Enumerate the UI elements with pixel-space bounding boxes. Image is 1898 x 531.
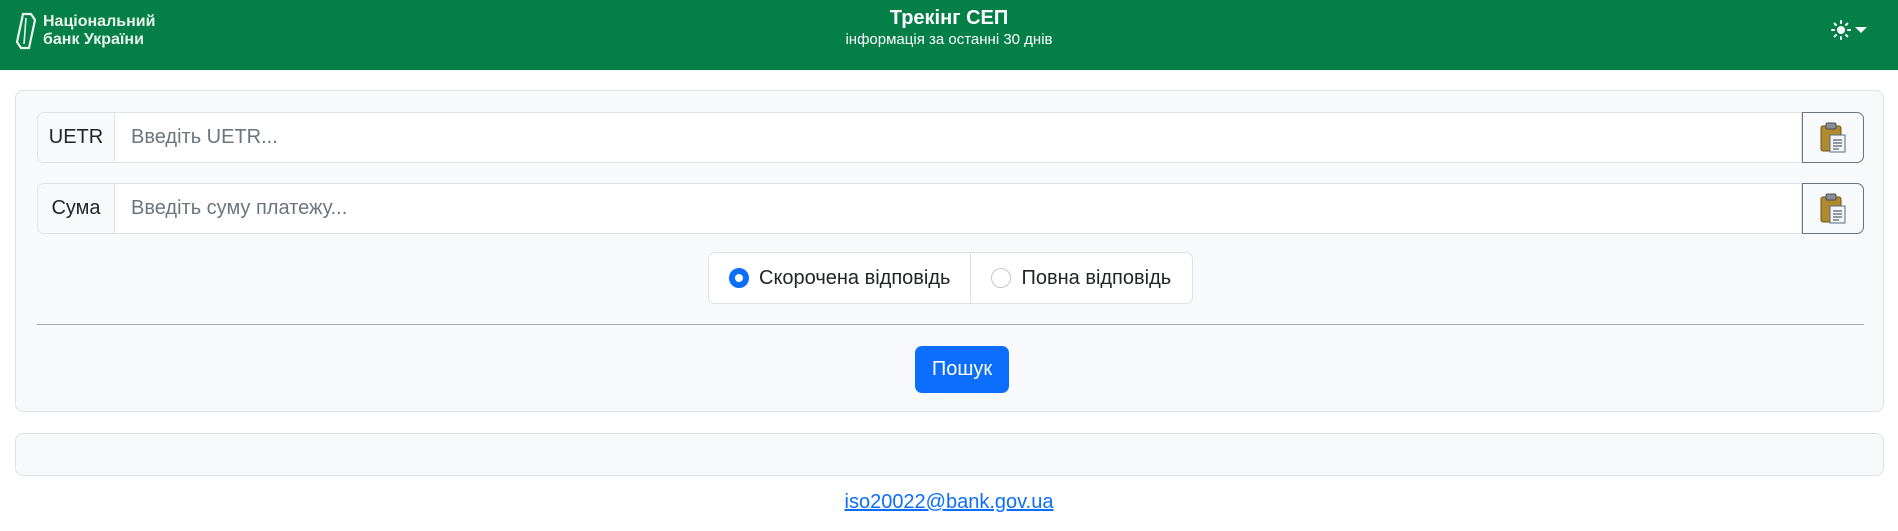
response-mode-radio-group: Скорочена відповідь Повна відповідь	[708, 252, 1193, 304]
amount-label: Сума	[37, 183, 114, 234]
search-form-card: UETR Сума	[15, 90, 1884, 412]
search-button[interactable]: Пошук	[915, 346, 1009, 393]
amount-paste-button[interactable]	[1802, 183, 1864, 234]
short-response-option[interactable]: Скорочена відповідь	[709, 253, 970, 303]
theme-toggle-button[interactable]	[1828, 17, 1870, 43]
uetr-input[interactable]	[114, 112, 1802, 163]
top-navbar: Національний банк України Трекінг СЕП ін…	[0, 0, 1898, 70]
form-divider	[37, 324, 1864, 325]
amount-input[interactable]	[114, 183, 1802, 234]
short-response-label: Скорочена відповідь	[759, 266, 951, 289]
contact-email-link[interactable]: iso20022@bank.gov.ua	[845, 491, 1054, 513]
clipboard-icon	[1820, 193, 1846, 223]
page-title: Трекінг СЕП	[889, 7, 1009, 29]
full-response-label: Повна відповідь	[1021, 266, 1172, 289]
amount-input-group: Сума	[37, 183, 1864, 234]
sun-icon	[1831, 20, 1851, 40]
clipboard-icon	[1820, 122, 1846, 152]
short-response-radio[interactable]	[729, 268, 749, 288]
uetr-paste-button[interactable]	[1802, 112, 1864, 163]
page-subtitle: інформація за останні 30 днів	[845, 31, 1053, 48]
full-response-radio[interactable]	[991, 268, 1012, 288]
chevron-down-icon	[1855, 27, 1867, 33]
full-response-option[interactable]: Повна відповідь	[970, 253, 1191, 303]
results-panel	[15, 433, 1884, 476]
uetr-input-group: UETR	[37, 112, 1864, 163]
footer: iso20022@bank.gov.ua	[0, 490, 1898, 514]
uetr-label: UETR	[37, 112, 114, 163]
